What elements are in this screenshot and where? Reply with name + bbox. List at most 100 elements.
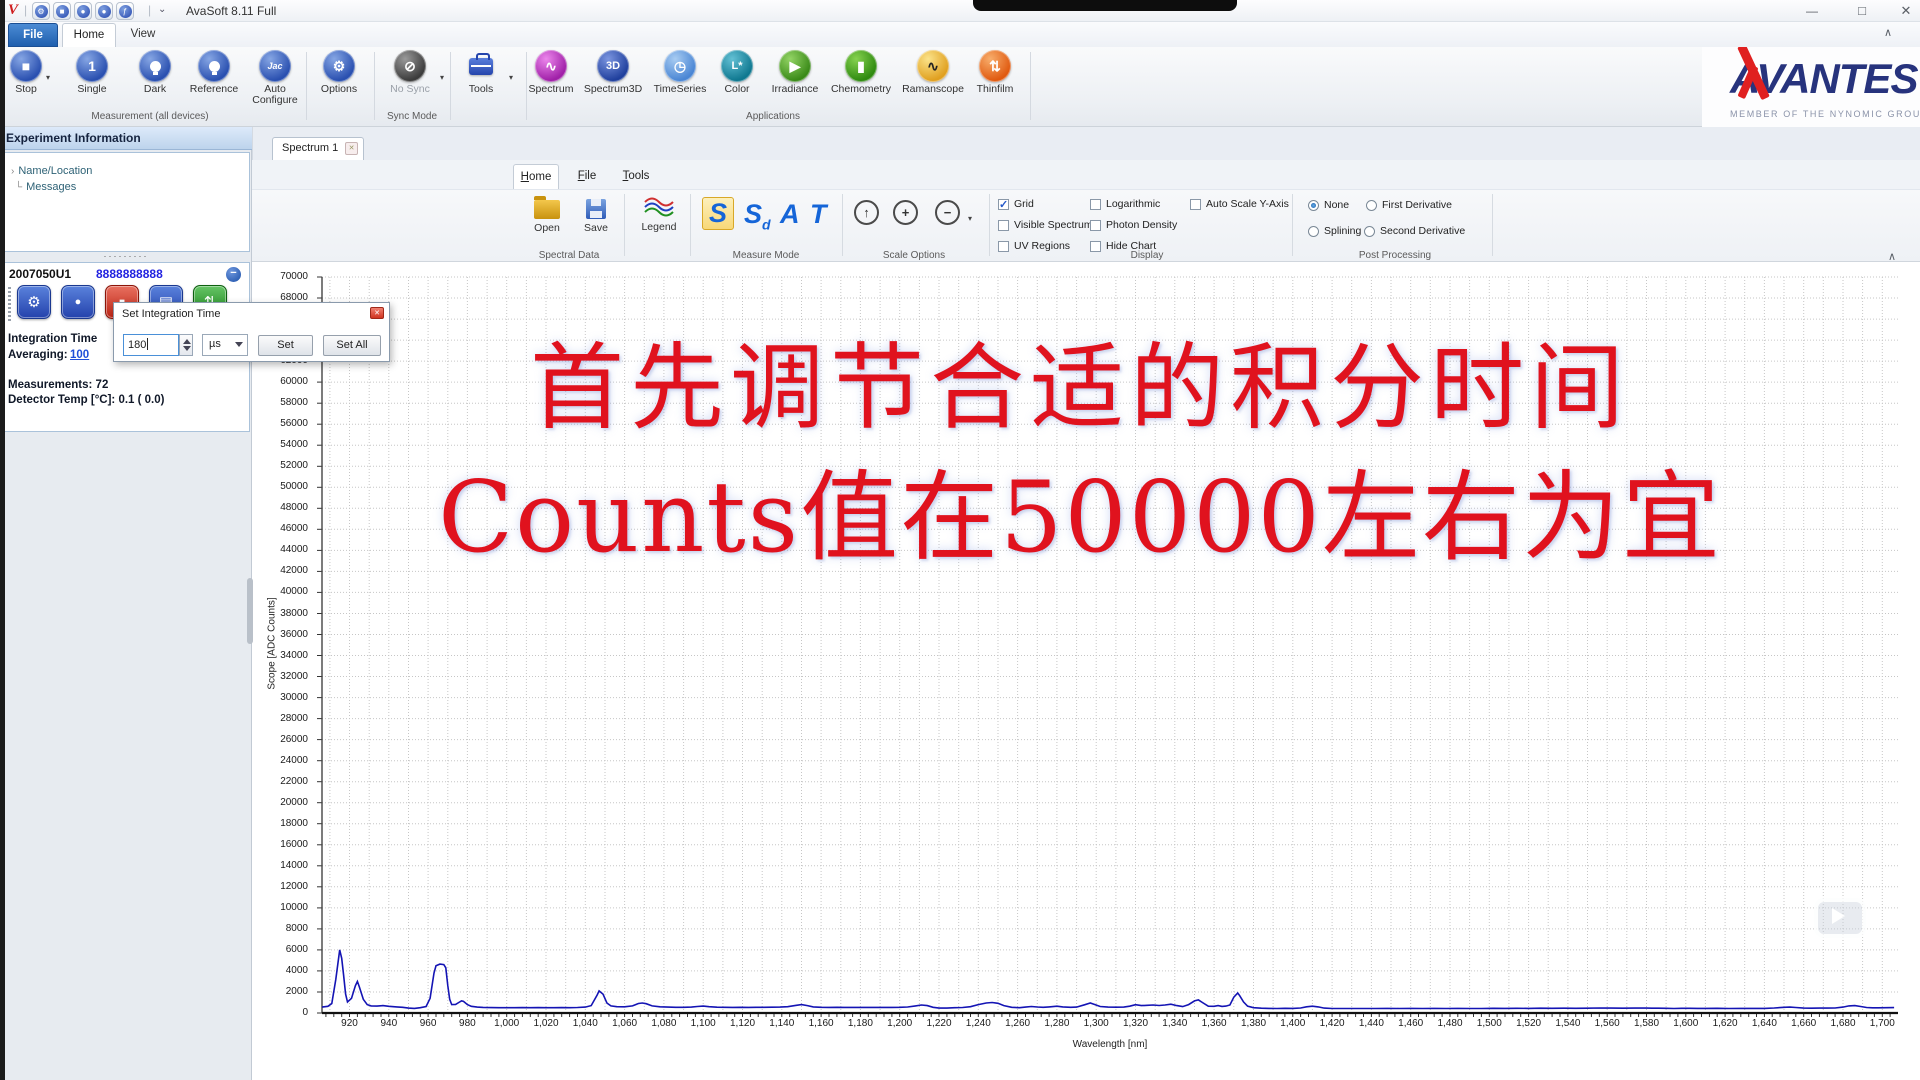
measure-mode-transmittance[interactable]: T — [810, 199, 827, 230]
device-settings-button[interactable]: ⚙ — [17, 285, 51, 319]
stop-button[interactable]: ■ Stop — [2, 50, 50, 112]
auto-configure-icon: Jac — [259, 50, 291, 82]
measure-mode-scope[interactable]: S — [702, 197, 735, 230]
experiment-information-header: Experiment Information — [0, 127, 252, 150]
no-sync-dropdown-icon[interactable]: ▾ — [440, 73, 444, 82]
qat-reference-button[interactable]: ● — [95, 2, 113, 20]
photon-density-checkbox[interactable]: Photon Density — [1090, 219, 1177, 231]
averaging-value-link[interactable]: 100 — [70, 349, 89, 361]
tab-close-icon[interactable]: ✕ — [345, 142, 358, 155]
tree-item-name-location[interactable]: › Name/Location — [11, 165, 92, 177]
top-overlay-bar — [973, 0, 1237, 11]
save-button[interactable]: Save — [574, 194, 618, 234]
set-integration-time-dialog[interactable]: Set Integration Time ✕ 180 µs Set Set Al… — [113, 302, 390, 362]
dialog-title: Set Integration Time — [122, 308, 221, 320]
second-derivative-radio[interactable]: Second Derivative — [1364, 225, 1465, 237]
scale-zoom-icon[interactable]: − — [935, 200, 960, 225]
single-button[interactable]: 1 Single — [66, 50, 118, 112]
spectrum-button[interactable]: ∿ Spectrum — [523, 50, 579, 112]
chevron-up-icon[interactable]: ∧ — [1884, 26, 1892, 39]
drag-handle[interactable] — [8, 287, 11, 323]
radio-icon — [1308, 225, 1319, 237]
close-button[interactable]: ✕ — [1894, 2, 1918, 20]
open-button[interactable]: Open — [522, 194, 572, 234]
set-button[interactable]: Set — [258, 335, 313, 356]
dialog-close-icon[interactable]: ✕ — [370, 307, 384, 319]
first-derivative-radio[interactable]: First Derivative — [1366, 199, 1452, 211]
stop-dropdown-icon[interactable]: ▾ — [46, 73, 50, 82]
avantes-logo: AVANTES MEMBER OF THE NYNOMIC GROUP — [1702, 47, 1920, 127]
spectrum3d-button[interactable]: 3D Spectrum3D — [578, 50, 648, 112]
timeseries-button[interactable]: ◷ TimeSeries — [648, 50, 712, 112]
chemometry-button[interactable]: ▮ Chemometry — [825, 50, 897, 112]
auto-scale-y-checkbox[interactable]: Auto Scale Y-Axis — [1190, 198, 1289, 210]
branch-icon: └ — [15, 182, 23, 193]
integration-time-input[interactable]: 180 — [123, 334, 179, 356]
ramanscope-button[interactable]: ∿ Ramanscope — [895, 50, 971, 112]
qat-wrench-button[interactable]: ⚙ — [32, 2, 50, 20]
integration-time-stepper[interactable] — [179, 334, 193, 356]
y-tick-label: 44000 — [280, 544, 308, 556]
y-tick-label: 10000 — [280, 901, 308, 913]
legend-button[interactable]: Legend — [634, 194, 684, 233]
thinfilm-icon: ⇅ — [979, 50, 1011, 82]
device-lamp-button[interactable]: ● — [61, 285, 95, 319]
splining-radio[interactable]: Splining — [1308, 225, 1361, 237]
spin-up-icon[interactable] — [183, 339, 191, 344]
gear-icon: ⚙ — [27, 294, 41, 311]
collapse-button[interactable]: − — [226, 267, 241, 282]
color-button[interactable]: L* Color — [715, 50, 759, 112]
grid-checkbox[interactable]: Grid — [998, 198, 1034, 211]
tree-item-messages[interactable]: └ Messages — [15, 181, 76, 193]
qat-stop-button[interactable]: ■ — [53, 2, 71, 20]
restore-button[interactable]: □ — [1850, 2, 1874, 20]
tab-home[interactable]: Home — [62, 23, 116, 47]
scale-default-icon[interactable]: ↑ — [854, 200, 879, 225]
sidebar-scrollbar-thumb[interactable] — [247, 578, 253, 644]
group-label-spectral-data: Spectral Data — [538, 250, 600, 261]
dark-button[interactable]: Dark — [129, 50, 181, 112]
stop-icon: ■ — [10, 50, 42, 82]
unit-dropdown[interactable]: µs — [202, 334, 248, 356]
thinfilm-button[interactable]: ⇅ Thinfilm — [968, 50, 1022, 112]
no-sync-button[interactable]: ⊘ No Sync — [384, 50, 436, 112]
tab-view[interactable]: View — [120, 23, 166, 47]
tab-file[interactable]: File — [8, 23, 58, 47]
reference-lamp-icon — [198, 50, 230, 82]
group-label-applications: Applications — [746, 111, 800, 122]
averaging-label: Averaging: — [8, 349, 68, 361]
spin-down-icon[interactable] — [183, 346, 191, 351]
logarithmic-checkbox[interactable]: Logarithmic — [1090, 198, 1160, 210]
qat-customize-icon[interactable]: ⌄ — [158, 4, 166, 15]
irradiance-button[interactable]: ▶ Irradiance — [765, 50, 825, 112]
y-axis-title: Scope [ADC Counts] — [266, 597, 278, 690]
video-play-watermark[interactable] — [1812, 884, 1870, 942]
splitter-handle[interactable]: ········· — [0, 252, 252, 262]
y-tick-label: 20000 — [280, 796, 308, 808]
inner-tab-file[interactable]: File — [567, 164, 607, 189]
measure-mode-absorbance[interactable]: A — [780, 199, 800, 230]
y-tick-label: 0 — [302, 1007, 308, 1018]
qat-autoconfig-button[interactable]: ƒ — [116, 2, 134, 20]
measure-mode-scope-dark[interactable]: Sd — [744, 199, 771, 232]
qat-dark-button[interactable]: ● — [74, 2, 92, 20]
visible-spectrum-checkbox[interactable]: Visible Spectrum — [998, 219, 1093, 231]
radio-icon — [1364, 225, 1375, 237]
set-all-button[interactable]: Set All — [323, 335, 381, 356]
avantes-tagline: MEMBER OF THE NYNOMIC GROUP — [1730, 109, 1920, 119]
inner-tab-tools[interactable]: Tools — [613, 164, 659, 189]
minimize-button[interactable]: — — [1800, 2, 1824, 20]
scale-dropdown-icon[interactable]: ▾ — [968, 214, 972, 223]
scale-full-icon[interactable]: + — [893, 200, 918, 225]
spectrum-document-tab[interactable]: Spectrum 1 ✕ — [272, 137, 364, 160]
reference-button[interactable]: Reference — [186, 50, 242, 112]
inner-tab-home[interactable]: Home — [513, 164, 559, 189]
tools-dropdown-icon[interactable]: ▾ — [509, 73, 513, 82]
screen-edge — [0, 0, 5, 1080]
options-button[interactable]: ⚙ Options — [315, 50, 363, 112]
auto-configure-button[interactable]: Jac Auto Configure — [246, 50, 304, 112]
checkbox-checked-icon — [998, 198, 1009, 211]
post-processing-none-radio[interactable]: None — [1308, 199, 1349, 211]
tools-button[interactable]: Tools — [457, 50, 505, 112]
y-tick-label: 58000 — [280, 397, 308, 409]
